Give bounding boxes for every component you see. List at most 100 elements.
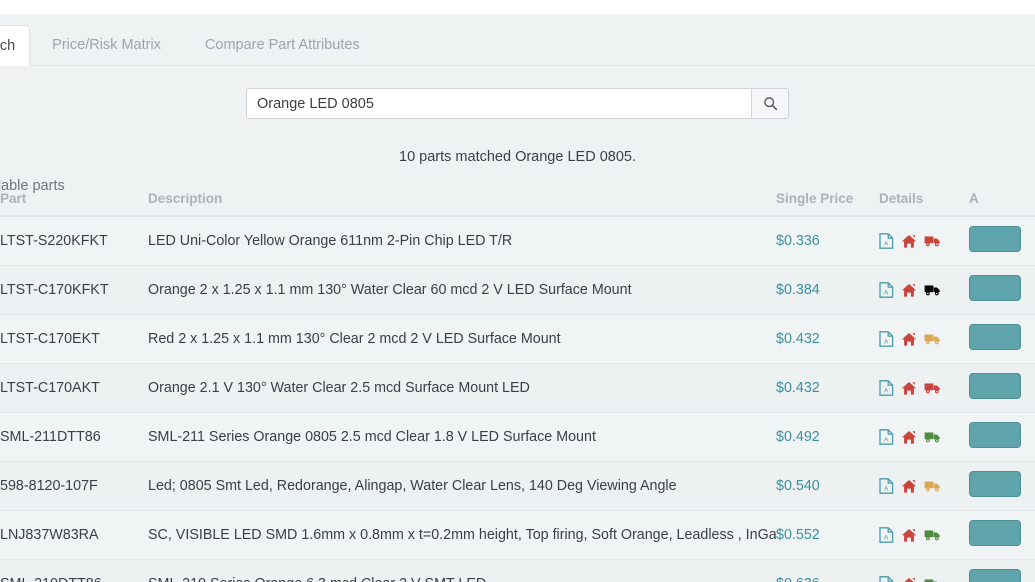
details-icon-group: A — [879, 527, 969, 543]
home-icon[interactable] — [901, 528, 917, 543]
cell-single-price[interactable]: $0.552 — [776, 511, 879, 560]
pdf-icon[interactable]: A — [879, 331, 894, 347]
availability-button[interactable] — [969, 226, 1021, 252]
table-row[interactable]: LTST-C170EKTRed 2 x 1.25 x 1.1 mm 130° C… — [0, 315, 1035, 364]
truck-icon[interactable] — [924, 332, 941, 346]
column-header-single-price[interactable]: Single Price — [776, 187, 879, 216]
cell-description: SML-211 Series Orange 0805 2.5 mcd Clear… — [148, 413, 776, 462]
svg-text:A: A — [884, 534, 889, 541]
details-icon-group: A — [879, 282, 969, 298]
home-icon[interactable] — [901, 381, 917, 396]
availability-button[interactable] — [969, 373, 1021, 399]
cell-availability — [969, 266, 1035, 315]
cell-part-number[interactable]: LNJ837W83RA — [0, 511, 148, 560]
svg-text:A: A — [884, 387, 889, 394]
cell-details-icons: A — [879, 560, 969, 582]
cell-part-number[interactable]: LTST-S220KFKT — [0, 216, 148, 266]
table-header-row: Part Description Single Price Details A — [0, 187, 1035, 216]
table-row[interactable]: LNJ837W83RASC, VISIBLE LED SMD 1.6mm x 0… — [0, 511, 1035, 560]
window-top-strip — [0, 0, 1035, 14]
cell-description: Red 2 x 1.25 x 1.1 mm 130° Clear 2 mcd 2… — [148, 315, 776, 364]
content-area: e unavailable parts 10 parts matched Ora… — [0, 66, 1035, 582]
cell-description: SML-210 Series Orange 6.3 mcd Clear 2 V … — [148, 560, 776, 582]
cell-single-price[interactable]: $0.336 — [776, 216, 879, 266]
cell-single-price[interactable]: $0.540 — [776, 462, 879, 511]
home-icon[interactable] — [901, 577, 917, 582]
cell-details-icons: A — [879, 216, 969, 266]
results-table-body: LTST-S220KFKTLED Uni-Color Yellow Orange… — [0, 216, 1035, 582]
home-icon[interactable] — [901, 234, 917, 249]
svg-text:A: A — [884, 485, 889, 492]
hide-unavailable-parts-label[interactable]: e unavailable parts — [0, 178, 65, 194]
home-icon[interactable] — [901, 479, 917, 494]
column-header-availability[interactable]: A — [969, 187, 1035, 216]
truck-icon[interactable] — [924, 577, 941, 582]
search-button[interactable] — [751, 88, 789, 119]
cell-details-icons: A — [879, 462, 969, 511]
cell-single-price[interactable]: $0.384 — [776, 266, 879, 315]
availability-button[interactable] — [969, 471, 1021, 497]
pdf-icon[interactable]: A — [879, 233, 894, 249]
search-row — [0, 66, 1035, 119]
truck-icon[interactable] — [924, 234, 941, 248]
table-row[interactable]: LTST-C170KFKTOrange 2 x 1.25 x 1.1 mm 13… — [0, 266, 1035, 315]
table-row[interactable]: 598-8120-107FLed; 0805 Smt Led, Redorang… — [0, 462, 1035, 511]
home-icon[interactable] — [901, 332, 917, 347]
truck-icon[interactable] — [924, 283, 941, 297]
truck-icon[interactable] — [924, 528, 941, 542]
cell-single-price[interactable]: $0.636 — [776, 560, 879, 582]
results-match-text: 10 parts matched Orange LED 0805. — [0, 149, 1035, 165]
pdf-icon[interactable]: A — [879, 282, 894, 298]
cell-single-price[interactable]: $0.432 — [776, 364, 879, 413]
cell-details-icons: A — [879, 315, 969, 364]
cell-availability — [969, 462, 1035, 511]
details-icon-group: A — [879, 576, 969, 582]
column-header-description[interactable]: Description — [148, 187, 776, 216]
cell-description: Led; 0805 Smt Led, Redorange, Alingap, W… — [148, 462, 776, 511]
pdf-icon[interactable]: A — [879, 576, 894, 582]
availability-button[interactable] — [969, 324, 1021, 350]
results-table-head: Part Description Single Price Details A — [0, 187, 1035, 216]
pdf-icon[interactable]: A — [879, 527, 894, 543]
tab-search[interactable]: rch — [0, 25, 30, 66]
tab-bar: rch Price/Risk Matrix Compare Part Attri… — [0, 14, 1035, 66]
cell-single-price[interactable]: $0.492 — [776, 413, 879, 462]
cell-availability — [969, 216, 1035, 266]
cell-details-icons: A — [879, 413, 969, 462]
pdf-icon[interactable]: A — [879, 380, 894, 396]
truck-icon[interactable] — [924, 430, 941, 444]
cell-availability — [969, 315, 1035, 364]
table-row[interactable]: SML-211DTT86SML-211 Series Orange 0805 2… — [0, 413, 1035, 462]
truck-icon[interactable] — [924, 479, 941, 493]
svg-text:A: A — [884, 240, 889, 247]
table-row[interactable]: LTST-S220KFKTLED Uni-Color Yellow Orange… — [0, 216, 1035, 266]
table-row[interactable]: LTST-C170AKTOrange 2.1 V 130° Water Clea… — [0, 364, 1035, 413]
tab-compare-part-attributes[interactable]: Compare Part Attributes — [183, 24, 382, 65]
cell-part-number[interactable]: LTST-C170KFKT — [0, 266, 148, 315]
availability-button[interactable] — [969, 422, 1021, 448]
table-row[interactable]: SML-210DTT86SML-210 Series Orange 6.3 mc… — [0, 560, 1035, 582]
availability-button[interactable] — [969, 520, 1021, 546]
cell-part-number[interactable]: SML-210DTT86 — [0, 560, 148, 582]
truck-icon[interactable] — [924, 381, 941, 395]
details-icon-group: A — [879, 429, 969, 445]
home-icon[interactable] — [901, 283, 917, 298]
cell-part-number[interactable]: LTST-C170AKT — [0, 364, 148, 413]
home-icon[interactable] — [901, 430, 917, 445]
cell-part-number[interactable]: SML-211DTT86 — [0, 413, 148, 462]
search-input[interactable] — [246, 88, 751, 119]
cell-part-number[interactable]: LTST-C170EKT — [0, 315, 148, 364]
pdf-icon[interactable]: A — [879, 478, 894, 494]
availability-button[interactable] — [969, 275, 1021, 301]
availability-button[interactable] — [969, 569, 1021, 582]
cell-availability — [969, 364, 1035, 413]
tab-price-risk-matrix[interactable]: Price/Risk Matrix — [30, 24, 183, 65]
cell-part-number[interactable]: 598-8120-107F — [0, 462, 148, 511]
pdf-icon[interactable]: A — [879, 429, 894, 445]
details-icon-group: A — [879, 331, 969, 347]
cell-single-price[interactable]: $0.432 — [776, 315, 879, 364]
results-table: Part Description Single Price Details A … — [0, 187, 1035, 582]
tab-search-label: rch — [0, 38, 15, 54]
parts-search-page: rch Price/Risk Matrix Compare Part Attri… — [0, 0, 1035, 582]
column-header-details[interactable]: Details — [879, 187, 969, 216]
